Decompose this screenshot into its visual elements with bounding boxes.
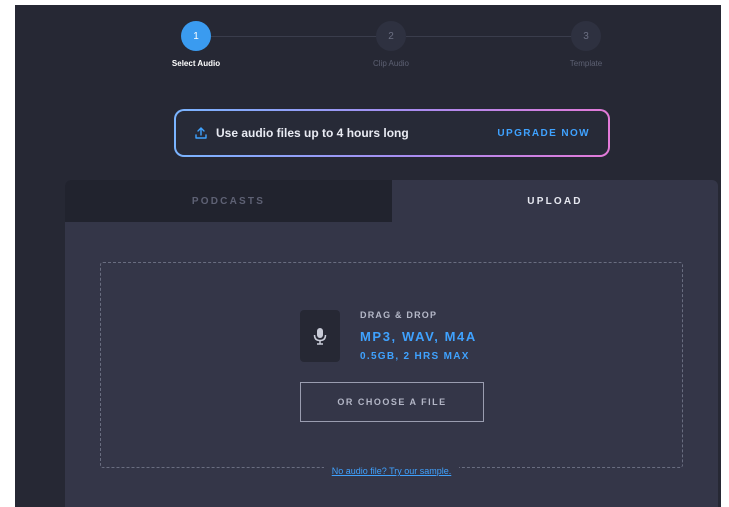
- step-clip-audio[interactable]: 2 Clip Audio: [331, 21, 451, 68]
- stepper: 1 Select Audio 2 Clip Audio 3 Template: [15, 5, 721, 85]
- microphone-button[interactable]: [300, 310, 340, 362]
- sample-link-wrapper: No audio file? Try our sample.: [101, 461, 682, 479]
- microphone-icon: [313, 327, 327, 345]
- step-number: 2: [376, 21, 406, 51]
- step-template[interactable]: 3 Template: [526, 21, 646, 68]
- upgrade-banner: Use audio files up to 4 hours long UPGRA…: [174, 109, 610, 157]
- supported-formats: MP3, WAV, M4A: [360, 329, 477, 344]
- step-label: Clip Audio: [372, 59, 410, 68]
- upload-icon: [194, 126, 208, 140]
- upgrade-banner-inner: Use audio files up to 4 hours long UPGRA…: [176, 111, 608, 155]
- file-limits: 0.5GB, 2 HRS MAX: [360, 351, 470, 362]
- drag-drop-label: DRAG & DROP: [360, 310, 438, 320]
- upgrade-now-link[interactable]: UPGRADE NOW: [497, 128, 590, 139]
- step-label: Select Audio: [171, 59, 221, 68]
- step-number: 3: [571, 21, 601, 51]
- tab-upload[interactable]: UPLOAD: [392, 180, 718, 222]
- choose-file-button[interactable]: OR CHOOSE A FILE: [300, 382, 484, 422]
- app-frame: 1 Select Audio 2 Clip Audio 3 Template U…: [15, 5, 721, 507]
- banner-text: Use audio files up to 4 hours long: [216, 126, 409, 140]
- tab-podcasts[interactable]: PODCASTS: [65, 180, 392, 222]
- try-sample-link[interactable]: No audio file? Try our sample.: [323, 466, 460, 476]
- step-label: Template: [569, 59, 603, 68]
- step-select-audio[interactable]: 1 Select Audio: [136, 21, 256, 68]
- source-panel: PODCASTS UPLOAD DRAG & DROP MP3, WAV, M4…: [65, 180, 718, 507]
- upload-dropzone[interactable]: DRAG & DROP MP3, WAV, M4A 0.5GB, 2 HRS M…: [100, 262, 683, 476]
- step-number: 1: [181, 21, 211, 51]
